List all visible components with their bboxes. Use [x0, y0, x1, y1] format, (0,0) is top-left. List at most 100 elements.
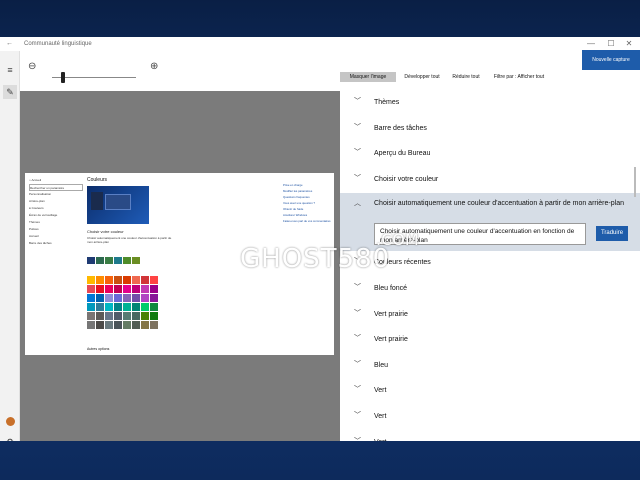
string-item[interactable]: ﹀ Vert prairie [340, 328, 640, 354]
string-label: Vert [374, 439, 386, 441]
color-swatch [96, 257, 104, 264]
color-swatch [132, 321, 140, 329]
avatar[interactable] [3, 415, 17, 429]
color-swatch [141, 285, 149, 293]
color-swatch [114, 285, 122, 293]
string-label: Bleu [374, 361, 389, 369]
chevron-down-icon[interactable]: ﹀ [354, 175, 361, 182]
string-item[interactable]: ﹀ Vert [340, 379, 640, 405]
preview-recent-colors [87, 257, 140, 264]
color-swatch [96, 294, 104, 302]
color-swatch [141, 294, 149, 302]
preview-nav-item: Accueil [29, 234, 39, 238]
gear-icon[interactable]: ⚙ [3, 435, 17, 441]
zoom-slider-thumb[interactable] [61, 72, 65, 83]
string-item[interactable]: ﹀ Vert [340, 405, 640, 431]
new-capture-button[interactable]: Nouvelle capture [582, 50, 640, 70]
preview-windows-colors [87, 276, 158, 329]
title-bar: ← Communauté linguistique — ☐ ✕ [0, 37, 640, 51]
color-swatch [141, 312, 149, 320]
color-swatch [150, 321, 158, 329]
chevron-down-icon[interactable]: ﹀ [354, 361, 361, 368]
app-title: Communauté linguistique [24, 41, 92, 47]
desktop-preview-image [87, 186, 149, 224]
preview-link: Améliorer Windows [283, 213, 308, 217]
preview-nav-item: Rechercher un paramètre [29, 184, 83, 191]
preview-link: Modifier les paramètres [283, 189, 313, 193]
preview-link: Prise en charge [283, 183, 303, 187]
chevron-down-icon[interactable]: ﹀ [354, 412, 361, 419]
color-swatch [114, 312, 122, 320]
string-item[interactable]: ﹀ Choisir votre couleur [340, 168, 640, 194]
pen-icon[interactable]: ✎ [3, 85, 17, 99]
string-item[interactable]: ﹀ Bleu [340, 354, 640, 380]
string-label: Vert [374, 387, 387, 395]
color-swatch [114, 294, 122, 302]
string-item[interactable]: ﹀ Thèmes [340, 91, 640, 117]
color-swatch [96, 285, 104, 293]
new-capture-label: Nouvelle capture [592, 57, 630, 63]
hide-image-button[interactable]: Masquer l'image [340, 72, 396, 82]
preview-nav-item: Personnalisation [29, 192, 52, 196]
filter-button[interactable]: Filtre par : Afficher tout [488, 72, 550, 82]
preview-nav: ⌂ Accueil Rechercher un paramètre Person… [29, 177, 83, 247]
color-swatch [123, 321, 131, 329]
color-swatch [87, 303, 95, 311]
chevron-down-icon[interactable]: ﹀ [354, 124, 361, 131]
chevron-down-icon[interactable]: ﹀ [354, 310, 361, 317]
preview-nav-item: Écran de verrouillage [29, 213, 58, 217]
color-swatch [132, 285, 140, 293]
close-icon[interactable]: ✕ [622, 39, 636, 48]
string-item[interactable]: ﹀ Vert [340, 431, 640, 441]
color-swatch [87, 294, 95, 302]
zoom-out-icon[interactable]: ⊖ [28, 61, 36, 72]
expand-all-button[interactable]: Développer tout [398, 72, 446, 82]
color-swatch [132, 276, 140, 284]
left-sidebar: ≡ ✎ ⚙ [0, 51, 20, 441]
color-swatch [123, 303, 131, 311]
chevron-down-icon[interactable]: ﹀ [354, 98, 361, 105]
string-item[interactable]: ﹀ Aperçu du Bureau [340, 142, 640, 168]
color-swatch [105, 276, 113, 284]
preview-nav-item: Polices [29, 227, 39, 231]
collapse-all-button[interactable]: Réduire tout [448, 72, 484, 82]
color-swatch [150, 294, 158, 302]
color-swatch [105, 312, 113, 320]
minimize-icon[interactable]: — [584, 39, 598, 48]
windows-logo-icon [206, 243, 236, 275]
color-swatch [87, 321, 95, 329]
string-label: Choisir automatiquement une couleur d'ac… [374, 200, 624, 208]
preview-link: Faites-nous part de vos commentaires [283, 219, 331, 223]
preview-nav-item: ● Couleurs [29, 206, 44, 210]
watermark-text: GHOST580 [240, 244, 391, 274]
zoom-in-icon[interactable]: ⊕ [150, 61, 158, 72]
maximize-icon[interactable]: ☐ [604, 39, 618, 48]
preview-right-links: Prise en charge Modifier les paramètres Qu… [283, 183, 331, 225]
color-swatch [105, 294, 113, 302]
color-swatch [114, 303, 122, 311]
translate-button[interactable]: Traduire [596, 226, 628, 242]
color-swatch [96, 321, 104, 329]
chevron-down-icon[interactable]: ﹀ [354, 438, 361, 441]
string-item[interactable]: ﹀ Vert prairie [340, 303, 640, 329]
color-swatch [105, 257, 113, 264]
chevron-down-icon[interactable]: ﹀ [354, 386, 361, 393]
string-label: Vert prairie [374, 336, 408, 344]
hamburger-icon[interactable]: ≡ [3, 63, 17, 77]
string-label: Thèmes [374, 99, 400, 106]
chevron-down-icon[interactable]: ﹀ [354, 335, 361, 342]
string-label: Barre des tâches [374, 124, 427, 132]
preview-choose-color: Choisir votre couleur [87, 229, 124, 234]
scrollbar[interactable] [634, 167, 636, 197]
preview-heading: Couleurs [87, 177, 108, 183]
color-swatch [96, 276, 104, 284]
color-swatch [132, 303, 140, 311]
chevron-up-icon[interactable]: ︿ [354, 200, 361, 207]
back-arrow-icon[interactable]: ← [6, 40, 13, 47]
color-swatch [123, 257, 131, 264]
color-swatch [132, 257, 140, 264]
color-swatch [123, 312, 131, 320]
chevron-down-icon[interactable]: ﹀ [354, 149, 361, 156]
watermark-sub: .COM [376, 230, 419, 249]
string-item[interactable]: ﹀ Barre des tâches [340, 117, 640, 143]
